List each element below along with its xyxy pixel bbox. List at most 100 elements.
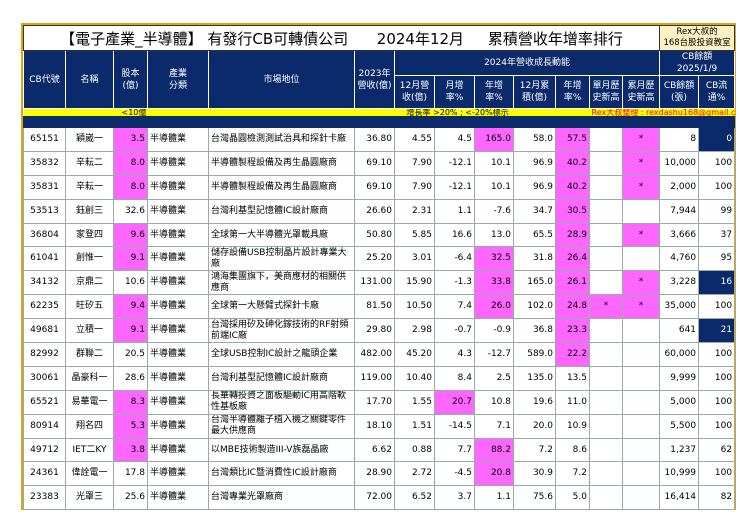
cell-r23: 72.00 <box>354 485 395 511</box>
cell-code: 65521 <box>23 389 66 415</box>
cell-cap: 9.4 <box>113 294 148 320</box>
cell-name: 京鼎二 <box>65 270 114 296</box>
cell-mom: -0.7 <box>434 318 475 344</box>
cell-sh <box>589 198 623 224</box>
cell-dec: 45.20 <box>394 342 435 367</box>
cell-dec: 2.31 <box>394 198 435 224</box>
cell-code: 49681 <box>23 318 66 344</box>
revenue-ranking-sheet: 【電子產業_半導體】 有發行CB可轉債公司 2024年12月 累積營收年增率排行… <box>21 23 736 511</box>
cell-name: 創惟一 <box>65 246 114 272</box>
cell-cat: 半導體業 <box>147 461 209 487</box>
cell-r23: 25.20 <box>354 246 395 272</box>
cell-cum: 30.9 <box>513 461 556 487</box>
cell-circ: 21 <box>698 318 736 344</box>
cell-ch <box>621 246 661 272</box>
cell-bal: 3,666 <box>659 222 700 248</box>
table-row: 82992 群聯二 20.5 半導體業 全球USB控制IC設計之龍頭企業 482.00 45… <box>23 342 736 367</box>
cell-ch: * <box>621 127 661 152</box>
cell-cap: 10.6 <box>113 270 148 296</box>
cell-circ: 100 <box>698 294 736 320</box>
cell-pos: 台灣晶圓檢測測試治具和探針卡廠 <box>208 127 355 152</box>
table-row: 49712 IET二KY 3.8 半導體業 以MBE技術製造III-V族磊晶廠 6.62 0… <box>23 437 736 463</box>
header-yoy: 年增率% <box>474 75 514 109</box>
cell-code: 34132 <box>23 270 66 296</box>
cell-bal: 2,000 <box>659 174 700 200</box>
cell-name: 偉詮電一 <box>65 461 114 487</box>
cell-name: 翔名四 <box>65 413 114 439</box>
cell-r23: 36.80 <box>354 127 395 152</box>
cell-sh <box>589 246 623 272</box>
cell-bal: 5,000 <box>659 389 700 415</box>
cell-cum: 96.9 <box>513 150 556 176</box>
cell-cap: 25.6 <box>113 485 148 511</box>
cell-mom: 20.7 <box>434 389 475 415</box>
cell-cap: 5.3 <box>113 413 148 439</box>
cell-mom: -12.1 <box>434 150 475 176</box>
cell-yoy: 88.2 <box>474 437 514 463</box>
cell-cum: 589.0 <box>513 342 556 367</box>
cell-mom: -14.5 <box>434 413 475 439</box>
cell-yoy: 2.5 <box>474 365 514 391</box>
cell-cap: 9.1 <box>113 318 148 344</box>
cell-code: 49712 <box>23 437 66 463</box>
cell-cyoy: 57.5 <box>555 127 590 152</box>
cell-r23: 69.10 <box>354 150 395 176</box>
cell-cap: 28.6 <box>113 365 148 391</box>
cell-cap: 32.6 <box>113 198 148 224</box>
cell-bal: 8 <box>659 127 700 152</box>
table-row: 36804 家登四 9.6 半導體業 全球第一大半導體光罩載具廠 50.80 5.85 16.… <box>23 222 736 248</box>
cell-cat: 半導體業 <box>147 174 209 200</box>
cell-sh <box>589 222 623 248</box>
cell-code: 23383 <box>23 485 66 511</box>
cell-cat: 半導體業 <box>147 485 209 511</box>
cell-bal: 7,944 <box>659 198 700 224</box>
cell-circ: 100 <box>698 150 736 176</box>
cell-cyoy: 30.5 <box>555 198 590 224</box>
cell-mom: -12.1 <box>434 174 475 200</box>
cell-cum: 102.0 <box>513 294 556 320</box>
cell-cyoy: 10.9 <box>555 413 590 439</box>
cell-sh <box>589 485 623 511</box>
cell-r23: 482.00 <box>354 342 395 367</box>
cell-ch <box>621 342 661 367</box>
cell-r23: 29.80 <box>354 318 395 344</box>
cell-cum: 36.8 <box>513 318 556 344</box>
cell-pos: 台灣類比IC暨消費性IC設計廠商 <box>208 461 355 487</box>
cell-cap: 9.1 <box>113 246 148 272</box>
cell-r23: 17.70 <box>354 389 395 415</box>
cell-bal: 16,414 <box>659 485 700 511</box>
cell-circ: 99 <box>698 198 736 224</box>
cell-bal: 1,237 <box>659 437 700 463</box>
cell-bal: 10,000 <box>659 150 700 176</box>
cell-pos: 台灣利基型記憶體IC設計廠商 <box>208 365 355 391</box>
cell-sh <box>589 461 623 487</box>
cell-dec: 5.85 <box>394 222 435 248</box>
cell-bal: 10,999 <box>659 461 700 487</box>
table-row: 35831 辛耘一 8.0 半導體業 半導體製程設備及再生晶圓廠商 69.10 7.90 -1… <box>23 174 736 200</box>
cell-cat: 半導體業 <box>147 342 209 367</box>
cell-cat: 半導體業 <box>147 127 209 152</box>
cell-code: 62235 <box>23 294 66 320</box>
cell-code: 35832 <box>23 150 66 176</box>
cell-cum: 20.0 <box>513 413 556 439</box>
cell-pos: 儲存設備USB控制晶片設計專業大廠 <box>208 246 355 272</box>
cell-code: 61041 <box>23 246 66 272</box>
cell-pos: 台灣半導體離子植入機之關鍵零件最大供應商 <box>208 413 355 439</box>
cell-pos: 半導體製程設備及再生晶圓廠商 <box>208 174 355 200</box>
cell-r23: 131.00 <box>354 270 395 296</box>
cell-dec: 15.90 <box>394 270 435 296</box>
cell-yoy: 7.1 <box>474 413 514 439</box>
cell-ch <box>621 318 661 344</box>
cell-cum: 75.6 <box>513 485 556 511</box>
cell-sh <box>589 150 623 176</box>
cell-name: 鈺創三 <box>65 198 114 224</box>
cell-cat: 半導體業 <box>147 437 209 463</box>
cell-dec: 10.40 <box>394 365 435 391</box>
cell-cum: 165.0 <box>513 270 556 296</box>
header-rev2023: 2023年營收(億) <box>354 50 395 109</box>
cell-cyoy: 24.8 <box>555 294 590 320</box>
cell-yoy: -0.9 <box>474 318 514 344</box>
cell-name: 家登四 <box>65 222 114 248</box>
cell-name: 穎崴一 <box>65 127 114 152</box>
cell-circ: 100 <box>698 413 736 439</box>
